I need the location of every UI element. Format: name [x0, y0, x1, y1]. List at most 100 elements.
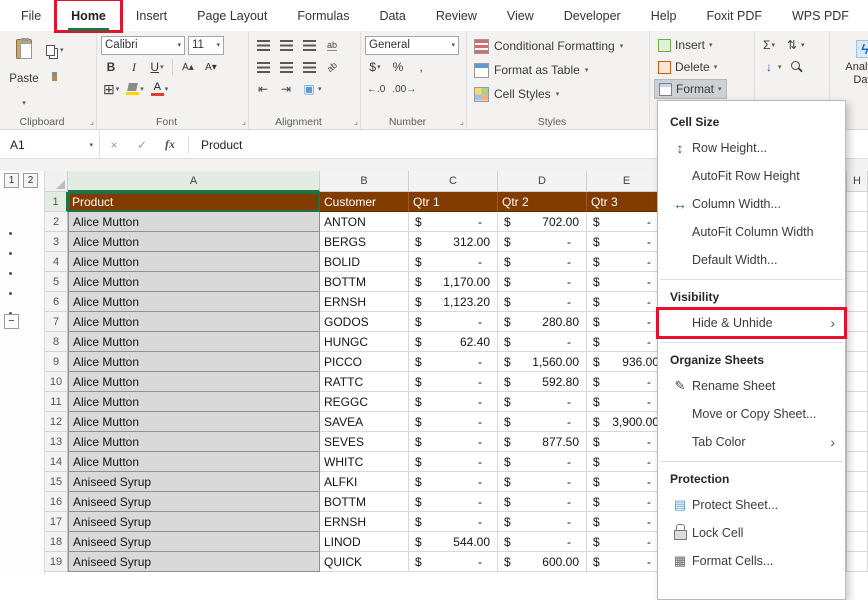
orientation-button[interactable]	[322, 57, 342, 77]
cell-E2[interactable]: $-	[587, 212, 667, 232]
cell-C7[interactable]: $-	[409, 312, 498, 332]
row-header-13[interactable]: 13	[45, 432, 68, 452]
row-header-4[interactable]: 4	[45, 252, 68, 272]
percent-style-button[interactable]: %	[388, 57, 408, 77]
number-format-select[interactable]: General▾	[365, 36, 459, 55]
menu-item-rename-sheet[interactable]: Rename Sheet	[658, 372, 845, 400]
formula-content[interactable]: Product	[193, 138, 242, 152]
enter-button[interactable]: ✓	[128, 138, 156, 152]
cell-C10[interactable]: $-	[409, 372, 498, 392]
cancel-button[interactable]: ×	[100, 138, 128, 152]
cell-E11[interactable]: $-	[587, 392, 667, 412]
cell[interactable]	[847, 452, 868, 472]
cell[interactable]	[847, 252, 868, 272]
cell-E9[interactable]: $936.00	[587, 352, 667, 372]
accounting-format-button[interactable]: $▾	[365, 57, 385, 77]
menu-item-protect-sheet[interactable]: Protect Sheet...	[658, 491, 845, 519]
row-header-7[interactable]: 7	[45, 312, 68, 332]
decrease-decimal-button[interactable]: .00→	[390, 79, 418, 99]
align-bottom-button[interactable]	[299, 35, 319, 55]
cell-D9[interactable]: $1,560.00	[498, 352, 587, 372]
tab-page-layout[interactable]: Page Layout	[182, 0, 282, 31]
cell-C15[interactable]: $-	[409, 472, 498, 492]
column-header-A[interactable]: A	[68, 171, 320, 192]
menu-item-default-width[interactable]: Default Width...	[658, 246, 845, 274]
cell-C8[interactable]: $62.40	[409, 332, 498, 352]
cell-B14[interactable]: WHITC	[320, 452, 409, 472]
tab-view[interactable]: View	[492, 0, 549, 31]
cell[interactable]	[847, 332, 868, 352]
italic-button[interactable]: I	[124, 57, 144, 77]
decrease-indent-button[interactable]	[253, 79, 273, 99]
row-header-14[interactable]: 14	[45, 452, 68, 472]
cell-B2[interactable]: ANTON	[320, 212, 409, 232]
cell-E19[interactable]: $-	[587, 552, 667, 572]
row-header-8[interactable]: 8	[45, 332, 68, 352]
name-box[interactable]: A1 ▾	[0, 131, 100, 158]
borders-button[interactable]: ▾	[101, 79, 121, 99]
dialog-launcher-icon[interactable]: ⌟	[242, 116, 246, 127]
cell-A7[interactable]: Alice Mutton	[68, 312, 320, 332]
cell-B17[interactable]: ERNSH	[320, 512, 409, 532]
cell[interactable]	[847, 292, 868, 312]
increase-indent-button[interactable]	[276, 79, 296, 99]
fill-button[interactable]: ▾	[759, 57, 784, 77]
cell[interactable]	[847, 492, 868, 512]
conditional-formatting-button[interactable]: Conditional Formatting ▾	[471, 34, 645, 58]
cell-E16[interactable]: $-	[587, 492, 667, 512]
cell-A14[interactable]: Alice Mutton	[68, 452, 320, 472]
cell[interactable]	[847, 232, 868, 252]
cell-D5[interactable]: $-	[498, 272, 587, 292]
cell-B15[interactable]: ALFKI	[320, 472, 409, 492]
cell[interactable]	[847, 432, 868, 452]
cell-B11[interactable]: REGGC	[320, 392, 409, 412]
cell[interactable]	[847, 472, 868, 492]
cell-A19[interactable]: Aniseed Syrup	[68, 552, 320, 572]
dialog-launcher-icon[interactable]: ⌟	[90, 116, 94, 127]
column-header-C[interactable]: C	[409, 171, 498, 192]
cell-A6[interactable]: Alice Mutton	[68, 292, 320, 312]
insert-function-button[interactable]: fx	[156, 137, 184, 152]
cell-D3[interactable]: $-	[498, 232, 587, 252]
cell-E3[interactable]: $-	[587, 232, 667, 252]
menu-item-tab-color[interactable]: Tab Color›	[658, 428, 845, 456]
cell-D11[interactable]: $-	[498, 392, 587, 412]
menu-item-autofit-row-height[interactable]: AutoFit Row Height	[658, 162, 845, 190]
cell-D6[interactable]: $-	[498, 292, 587, 312]
increase-decimal-button[interactable]: ←.0	[365, 79, 387, 99]
row-header-19[interactable]: 19	[45, 552, 68, 572]
cell-C11[interactable]: $-	[409, 392, 498, 412]
cell[interactable]	[847, 392, 868, 412]
tab-wps-pdf[interactable]: WPS PDF	[777, 0, 864, 31]
row-header-15[interactable]: 15	[45, 472, 68, 492]
analyze-data-button[interactable]: Analyze Data	[834, 34, 868, 86]
cell-D12[interactable]: $-	[498, 412, 587, 432]
cell-A13[interactable]: Alice Mutton	[68, 432, 320, 452]
insert-cells-button[interactable]: Insert ▾	[654, 35, 717, 55]
comma-style-button[interactable]: ,	[411, 57, 431, 77]
cell-E4[interactable]: $-	[587, 252, 667, 272]
menu-item-hide-unhide[interactable]: Hide & Unhide›	[658, 309, 845, 337]
cell-D8[interactable]: $-	[498, 332, 587, 352]
column-header-H[interactable]: H	[847, 171, 868, 192]
tab-home[interactable]: Home	[56, 0, 121, 31]
cell-styles-button[interactable]: Cell Styles ▾	[471, 82, 645, 106]
cell-C13[interactable]: $-	[409, 432, 498, 452]
cell-D19[interactable]: $600.00	[498, 552, 587, 572]
cell-C4[interactable]: $-	[409, 252, 498, 272]
cell[interactable]	[847, 372, 868, 392]
cell-D16[interactable]: $-	[498, 492, 587, 512]
sort-filter-button[interactable]: ▾	[782, 35, 807, 55]
tab-insert[interactable]: Insert	[121, 0, 182, 31]
format-as-table-button[interactable]: Format as Table ▾	[471, 58, 645, 82]
cell-C9[interactable]: $-	[409, 352, 498, 372]
row-header-10[interactable]: 10	[45, 372, 68, 392]
cell-D2[interactable]: $702.00	[498, 212, 587, 232]
cell-A4[interactable]: Alice Mutton	[68, 252, 320, 272]
cell-E12[interactable]: $3,900.00	[587, 412, 667, 432]
cell-A12[interactable]: Alice Mutton	[68, 412, 320, 432]
cell-D15[interactable]: $-	[498, 472, 587, 492]
row-header-12[interactable]: 12	[45, 412, 68, 432]
cell-B13[interactable]: SEVES	[320, 432, 409, 452]
align-top-button[interactable]	[253, 35, 273, 55]
